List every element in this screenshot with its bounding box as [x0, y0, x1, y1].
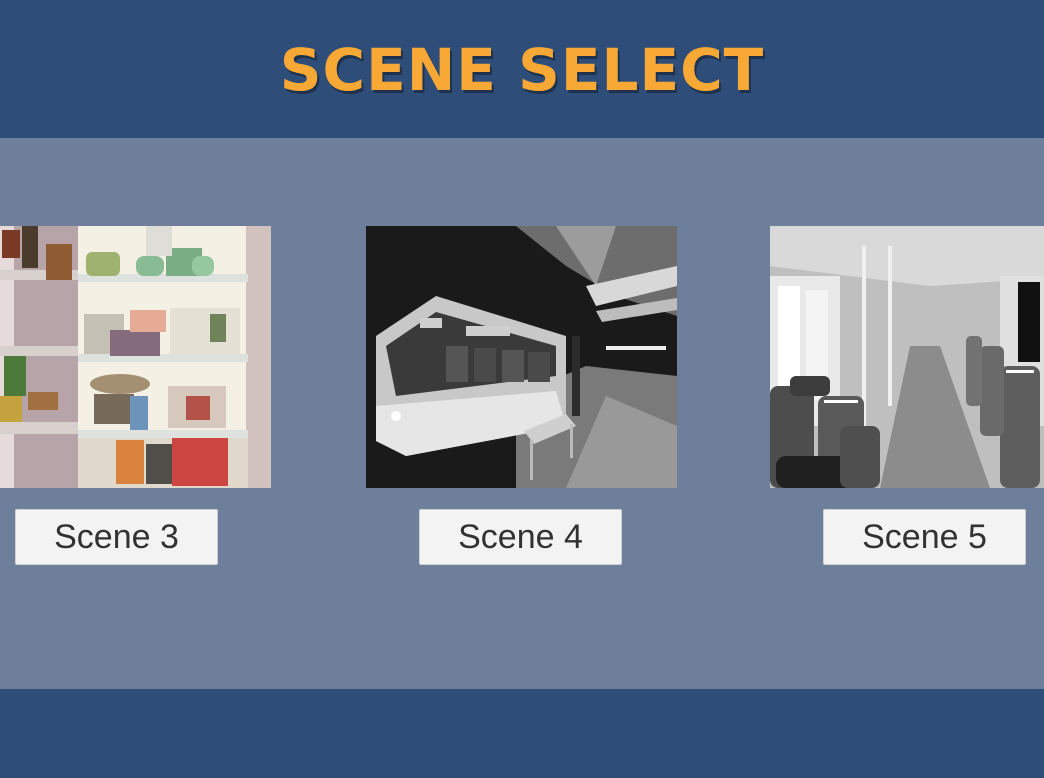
scene-4-thumbnail[interactable]: [366, 226, 677, 488]
footer-bar: [0, 689, 1044, 778]
tram-station-image: [366, 226, 677, 488]
scene-5-thumbnail[interactable]: [770, 226, 1044, 488]
scene-4-button[interactable]: Scene 4: [419, 509, 622, 565]
scene-3-button[interactable]: Scene 3: [15, 509, 218, 565]
scene-3-thumbnail[interactable]: [0, 226, 271, 488]
tram-interior-image: [770, 226, 1044, 488]
fridge-image: [0, 226, 271, 488]
page-title: SCENE SELECT: [279, 36, 765, 104]
scene-5-button[interactable]: Scene 5: [823, 509, 1026, 565]
